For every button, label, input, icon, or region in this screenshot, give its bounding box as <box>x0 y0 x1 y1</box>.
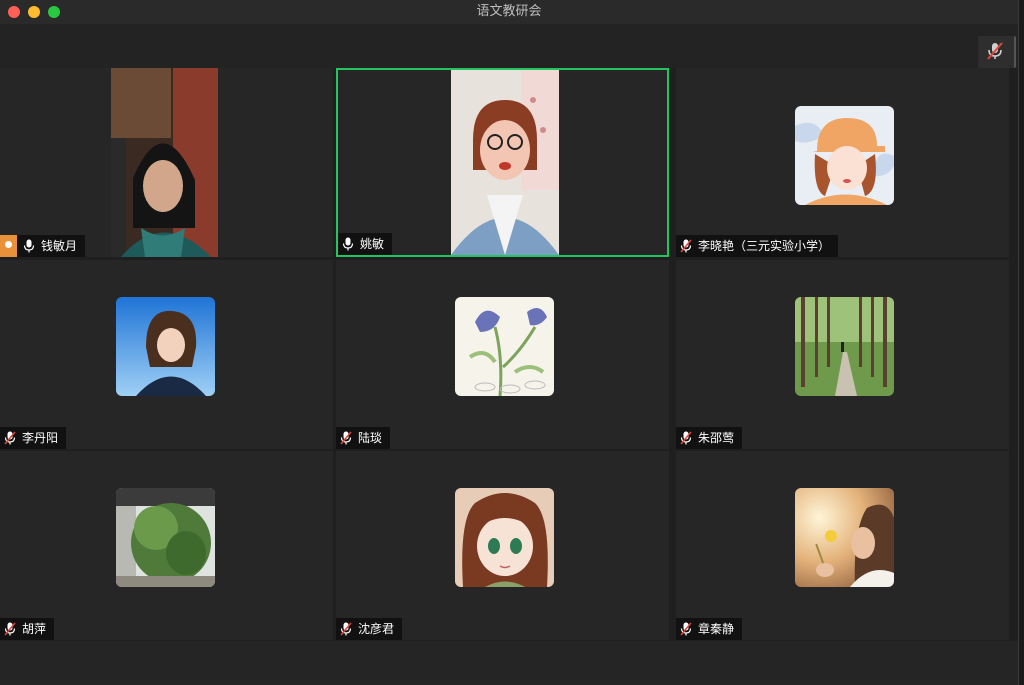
participant-label: 姚敏 <box>338 233 393 255</box>
mic-muted-icon <box>680 622 692 636</box>
participant-name: 钱敏月 <box>41 239 78 253</box>
participant-label: 钱敏月 <box>0 235 86 257</box>
avatar <box>795 488 894 587</box>
participant-name: 朱邵莺 <box>698 431 735 445</box>
participant-grid: 钱敏月 姚敏 李晓艳（三元实验小学） 李丹阳 陆琰 朱邵莺 胡萍 沈彦君 章秦静 <box>0 68 1016 641</box>
participant-tile[interactable]: 章秦静 <box>676 451 1009 640</box>
participant-name: 陆琰 <box>358 431 383 445</box>
participant-label: 胡萍 <box>0 618 55 640</box>
participant-name: 胡萍 <box>22 622 47 636</box>
participant-video <box>111 68 218 257</box>
participant-tile[interactable]: 李丹阳 <box>0 260 333 449</box>
window-title: 语文教研会 <box>476 4 542 19</box>
mic-icon <box>23 239 35 253</box>
avatar <box>116 297 215 396</box>
participant-label: 沈彦君 <box>336 618 403 640</box>
title-bar: 语文教研会 <box>0 0 1018 24</box>
participant-label: 李丹阳 <box>0 427 67 449</box>
top-toolbar <box>0 24 1018 68</box>
participant-name: 沈彦君 <box>358 622 395 636</box>
participant-name: 姚敏 <box>360 237 385 251</box>
avatar <box>795 106 894 205</box>
mic-muted-icon <box>4 622 16 636</box>
mic-muted-icon <box>680 239 692 253</box>
avatar <box>116 488 215 587</box>
avatar <box>795 297 894 396</box>
participant-label: 李晓艳（三元实验小学） <box>676 235 839 257</box>
mic-muted-icon <box>987 42 1003 60</box>
participant-tile[interactable]: 李晓艳（三元实验小学） <box>676 68 1009 257</box>
participant-label: 章秦静 <box>676 618 743 640</box>
participant-tile[interactable]: 沈彦君 <box>336 451 669 640</box>
mute-toggle-button[interactable] <box>978 36 1016 68</box>
mic-muted-icon <box>4 431 16 445</box>
mic-muted-icon <box>340 622 352 636</box>
mic-icon <box>342 237 354 251</box>
participant-name: 章秦静 <box>698 622 735 636</box>
participant-tile[interactable]: 钱敏月 <box>0 68 333 257</box>
mic-muted-icon <box>340 431 352 445</box>
participant-tile-active-speaker[interactable]: 姚敏 <box>336 68 669 257</box>
participant-label: 陆琰 <box>336 427 391 449</box>
meeting-window: 语文教研会 钱敏月 姚敏 李晓艳（三元实验小学） 李丹阳 陆琰 朱邵莺 胡萍 沈… <box>0 0 1019 685</box>
bottom-bar <box>0 641 1018 685</box>
participant-tile[interactable]: 胡萍 <box>0 451 333 640</box>
participant-video <box>451 70 559 255</box>
avatar <box>455 488 554 587</box>
participant-name: 李晓艳（三元实验小学） <box>698 239 831 253</box>
avatar <box>455 297 554 396</box>
maximize-window-button[interactable] <box>48 6 60 18</box>
participant-name: 李丹阳 <box>22 431 59 445</box>
participant-label: 朱邵莺 <box>676 427 743 449</box>
participant-tile[interactable]: 陆琰 <box>336 260 669 449</box>
close-window-button[interactable] <box>8 6 20 18</box>
host-icon <box>0 235 17 257</box>
mic-muted-icon <box>680 431 692 445</box>
participant-tile[interactable]: 朱邵莺 <box>676 260 1009 449</box>
minimize-window-button[interactable] <box>28 6 40 18</box>
